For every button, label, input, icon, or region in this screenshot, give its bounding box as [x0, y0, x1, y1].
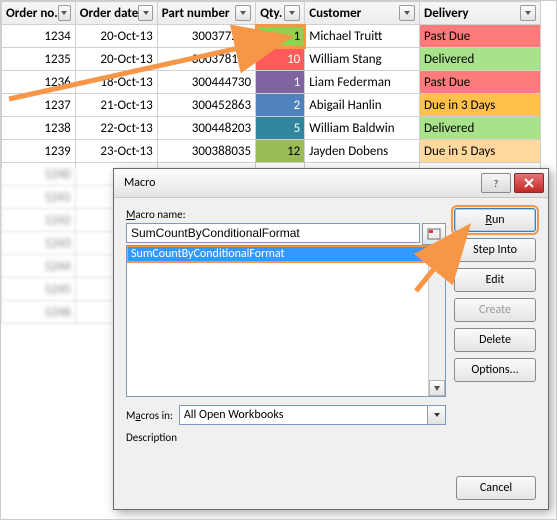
column-label: Order date: [80, 6, 139, 21]
table-row[interactable]: 123618-Oct-133004447301Liam FedermanPast…: [2, 71, 541, 94]
cell-order-no[interactable]: 1237: [2, 94, 76, 117]
edit-button[interactable]: Edit: [454, 268, 536, 292]
cell-order-date[interactable]: 20-Oct-13: [75, 25, 157, 48]
cell-order-no[interactable]: 1236: [2, 71, 76, 94]
cell-customer[interactable]: Liam Federman: [305, 71, 420, 94]
cell-order-date[interactable]: 21-Oct-13: [75, 94, 157, 117]
cell-delivery[interactable]: Delivered: [420, 48, 541, 71]
svg-text:?: ?: [494, 177, 499, 189]
macro-list-item[interactable]: SumCountByConditionalFormat: [127, 246, 445, 262]
macro-name-label: Macro name:: [126, 208, 446, 221]
macros-in-value: All Open Workbooks: [184, 408, 284, 422]
chevron-down-icon[interactable]: [427, 406, 445, 424]
filter-dropdown-icon[interactable]: [58, 5, 71, 21]
cell-customer[interactable]: Abigail Hanlin: [305, 94, 420, 117]
cell-delivery[interactable]: Due in 3 Days: [420, 94, 541, 117]
run-button[interactable]: Run: [454, 208, 536, 232]
cell-qty[interactable]: 1: [256, 25, 305, 48]
cell-order-no[interactable]: 1238: [2, 117, 76, 140]
column-label: Order no.: [6, 6, 58, 21]
cell-customer[interactable]: William Stang: [305, 48, 420, 71]
column-label: Delivery: [424, 6, 469, 21]
dialog-titlebar[interactable]: Macro ?: [114, 169, 548, 198]
cell-qty[interactable]: 5: [256, 117, 305, 140]
filter-dropdown-icon[interactable]: [399, 5, 415, 21]
cell-qty[interactable]: 12: [256, 140, 305, 163]
cell-qty[interactable]: 10: [256, 48, 305, 71]
cell-part-number[interactable]: 300452863: [157, 94, 255, 117]
cell-qty[interactable]: 2: [256, 94, 305, 117]
cancel-button[interactable]: Cancel: [456, 476, 536, 500]
filter-dropdown-icon[interactable]: [520, 5, 536, 21]
column-header-0[interactable]: Order no.: [2, 2, 76, 25]
description-label: Description: [126, 431, 446, 444]
table-row[interactable]: 123923-Oct-1330038803512Jayden DobensDue…: [2, 140, 541, 163]
filter-dropdown-icon[interactable]: [235, 5, 251, 21]
cell-order-no[interactable]: 1234: [2, 25, 76, 48]
macro-dialog: Macro ? Macro name: SumCountByCond: [113, 168, 549, 510]
cell-customer[interactable]: Jayden Dobens: [305, 140, 420, 163]
cell-order-date[interactable]: 23-Oct-13: [75, 140, 157, 163]
cell-part-number[interactable]: 300377222: [157, 25, 255, 48]
macro-listbox[interactable]: SumCountByConditionalFormat: [126, 245, 446, 397]
cell-part-number[interactable]: 300388035: [157, 140, 255, 163]
close-button[interactable]: [514, 173, 544, 193]
delete-button[interactable]: Delete: [454, 328, 536, 352]
column-header-1[interactable]: Order date: [75, 2, 157, 25]
column-header-3[interactable]: Qty.: [256, 2, 305, 25]
column-header-2[interactable]: Part number: [157, 2, 255, 25]
cell-order-date[interactable]: 22-Oct-13: [75, 117, 157, 140]
table-row[interactable]: 123721-Oct-133004528632Abigail HanlinDue…: [2, 94, 541, 117]
macro-name-input[interactable]: [126, 223, 420, 243]
cell-order-no[interactable]: 1235: [2, 48, 76, 71]
dialog-title: Macro: [124, 176, 155, 190]
cell-order-no[interactable]: 1239: [2, 140, 76, 163]
cell-part-number[interactable]: 300378107: [157, 48, 255, 71]
step-into-button[interactable]: Step Into: [454, 238, 536, 262]
scroll-down-button[interactable]: [429, 380, 445, 396]
cell-part-number[interactable]: 300448203: [157, 117, 255, 140]
cell-delivery[interactable]: Past Due: [420, 25, 541, 48]
column-header-4[interactable]: Customer: [305, 2, 420, 25]
column-label: Qty.: [260, 6, 282, 21]
column-label: Customer: [309, 6, 361, 21]
cell-qty[interactable]: 1: [256, 71, 305, 94]
scroll-up-button[interactable]: [429, 246, 445, 264]
cell-delivery[interactable]: Delivered: [420, 117, 541, 140]
options-button[interactable]: Options...: [454, 358, 536, 382]
cell-order-date[interactable]: 18-Oct-13: [75, 71, 157, 94]
cell-part-number[interactable]: 300444730: [157, 71, 255, 94]
create-button: Create: [454, 298, 536, 322]
help-button[interactable]: ?: [481, 173, 511, 193]
column-label: Part number: [162, 6, 230, 21]
column-header-5[interactable]: Delivery: [420, 2, 541, 25]
cell-delivery[interactable]: Past Due: [420, 71, 541, 94]
cell-customer[interactable]: Michael Truitt: [305, 25, 420, 48]
table-row[interactable]: 123420-Oct-133003772221Michael TruittPas…: [2, 25, 541, 48]
table-row[interactable]: 123520-Oct-1330037810710William StangDel…: [2, 48, 541, 71]
cell-delivery[interactable]: Due in 5 Days: [420, 140, 541, 163]
cell-order-date[interactable]: 20-Oct-13: [75, 48, 157, 71]
cell-customer[interactable]: William Baldwin: [305, 117, 420, 140]
filter-dropdown-icon[interactable]: [138, 5, 152, 21]
macros-in-label: Macros in:: [126, 409, 173, 422]
macros-in-combo[interactable]: All Open Workbooks: [179, 405, 446, 425]
table-row[interactable]: 123822-Oct-133004482035William BaldwinDe…: [2, 117, 541, 140]
filter-dropdown-icon[interactable]: [284, 5, 300, 21]
range-reference-button[interactable]: [422, 223, 446, 245]
list-scrollbar[interactable]: [428, 246, 445, 396]
